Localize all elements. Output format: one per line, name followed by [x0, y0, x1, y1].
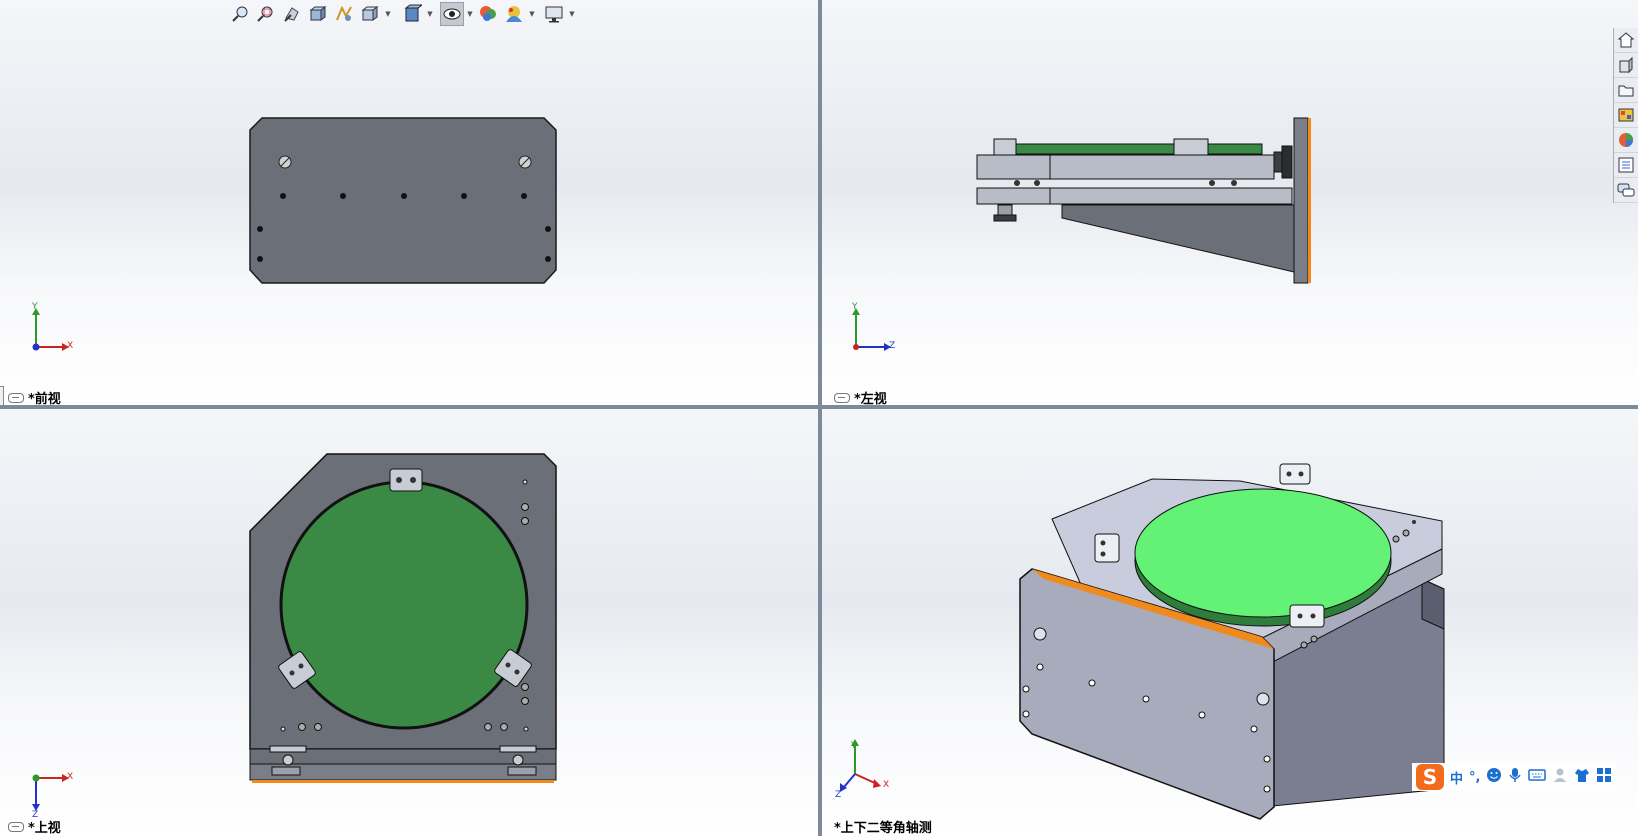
view-name: *上下二等角轴测 — [834, 821, 932, 836]
dynamic-annotation-icon[interactable] — [332, 2, 356, 26]
zoom-to-area-icon[interactable] — [254, 2, 278, 26]
axis-y-label: Y — [32, 302, 38, 312]
view-orientation-dropdown[interactable]: ▼ — [384, 2, 392, 26]
view-label-left: *左视 — [834, 388, 887, 405]
keyboard-icon[interactable] — [1528, 768, 1547, 786]
ime-mode-toggle[interactable]: 中 — [1450, 768, 1463, 787]
view-label-isometric: *上下二等角轴测 — [834, 817, 932, 836]
link-view-icon[interactable] — [8, 392, 24, 403]
front-view-model — [32, 117, 557, 351]
viewport-left[interactable]: Y Z *左视 — [822, 0, 1638, 405]
view-orientation-icon[interactable] — [358, 2, 382, 26]
custom-properties-icon[interactable] — [1614, 153, 1638, 178]
view-settings-dropdown[interactable]: ▼ — [568, 2, 576, 26]
display-style-icon[interactable] — [400, 2, 424, 26]
view-label-top: *上视 — [8, 817, 61, 836]
parts-library-icon[interactable] — [1614, 53, 1638, 78]
viewport-splitter-horizontal[interactable] — [0, 405, 1638, 409]
toolbox-icon[interactable] — [1596, 767, 1612, 787]
axis-y-label: Y — [852, 302, 858, 312]
view-palette-icon[interactable] — [1614, 103, 1638, 128]
view-name: *上视 — [28, 821, 61, 836]
axis-y-label: Y — [851, 741, 857, 751]
axis-z-label: Z — [889, 341, 896, 351]
view-name: *前视 — [28, 392, 61, 405]
top-view-model — [32, 453, 557, 811]
home-icon[interactable] — [1614, 28, 1638, 53]
appearances-icon[interactable] — [1614, 128, 1638, 153]
hide-show-dropdown[interactable]: ▼ — [466, 2, 474, 26]
file-explorer-icon[interactable] — [1614, 78, 1638, 103]
heads-up-view-toolbar: ▼ ▼ ▼ ▼ ▼ — [228, 2, 576, 26]
display-style-dropdown[interactable]: ▼ — [426, 2, 434, 26]
axis-x-label: X — [67, 772, 74, 782]
voice-icon[interactable] — [1508, 767, 1522, 787]
view-name: *左视 — [854, 392, 887, 405]
hide-show-items-icon[interactable] — [440, 2, 464, 26]
apply-scene-icon[interactable] — [502, 2, 526, 26]
left-view-model — [852, 117, 1311, 351]
emoji-icon[interactable] — [1486, 767, 1502, 787]
section-view-icon[interactable] — [306, 2, 330, 26]
link-view-icon[interactable] — [834, 392, 850, 403]
view-settings-icon[interactable] — [542, 2, 566, 26]
ime-logo[interactable]: S — [1416, 764, 1444, 790]
user-icon[interactable] — [1552, 767, 1568, 787]
skin-icon[interactable] — [1574, 767, 1590, 787]
axis-z-label: Z — [835, 790, 842, 800]
axis-x-label: X — [883, 780, 890, 790]
view-label-front: *前视 — [8, 388, 61, 405]
ime-punctuation-toggle[interactable]: °, — [1469, 770, 1480, 785]
zoom-to-fit-icon[interactable] — [228, 2, 252, 26]
forum-icon[interactable] — [1614, 178, 1638, 203]
viewport-top[interactable]: X Z *上视 — [0, 409, 818, 836]
viewport-front[interactable]: Y X *前视 ▼ ▼ ▼ ▼ ▼ — [0, 0, 818, 405]
viewport-splitter-vertical[interactable] — [818, 0, 822, 836]
axis-x-label: X — [67, 341, 74, 351]
edit-appearance-icon[interactable] — [476, 2, 500, 26]
previous-view-icon[interactable] — [280, 2, 304, 26]
link-view-icon[interactable] — [8, 821, 24, 832]
apply-scene-dropdown[interactable]: ▼ — [528, 2, 536, 26]
ime-toolbar: S 中 °, — [1412, 763, 1617, 791]
task-pane-tabs — [1613, 28, 1638, 203]
